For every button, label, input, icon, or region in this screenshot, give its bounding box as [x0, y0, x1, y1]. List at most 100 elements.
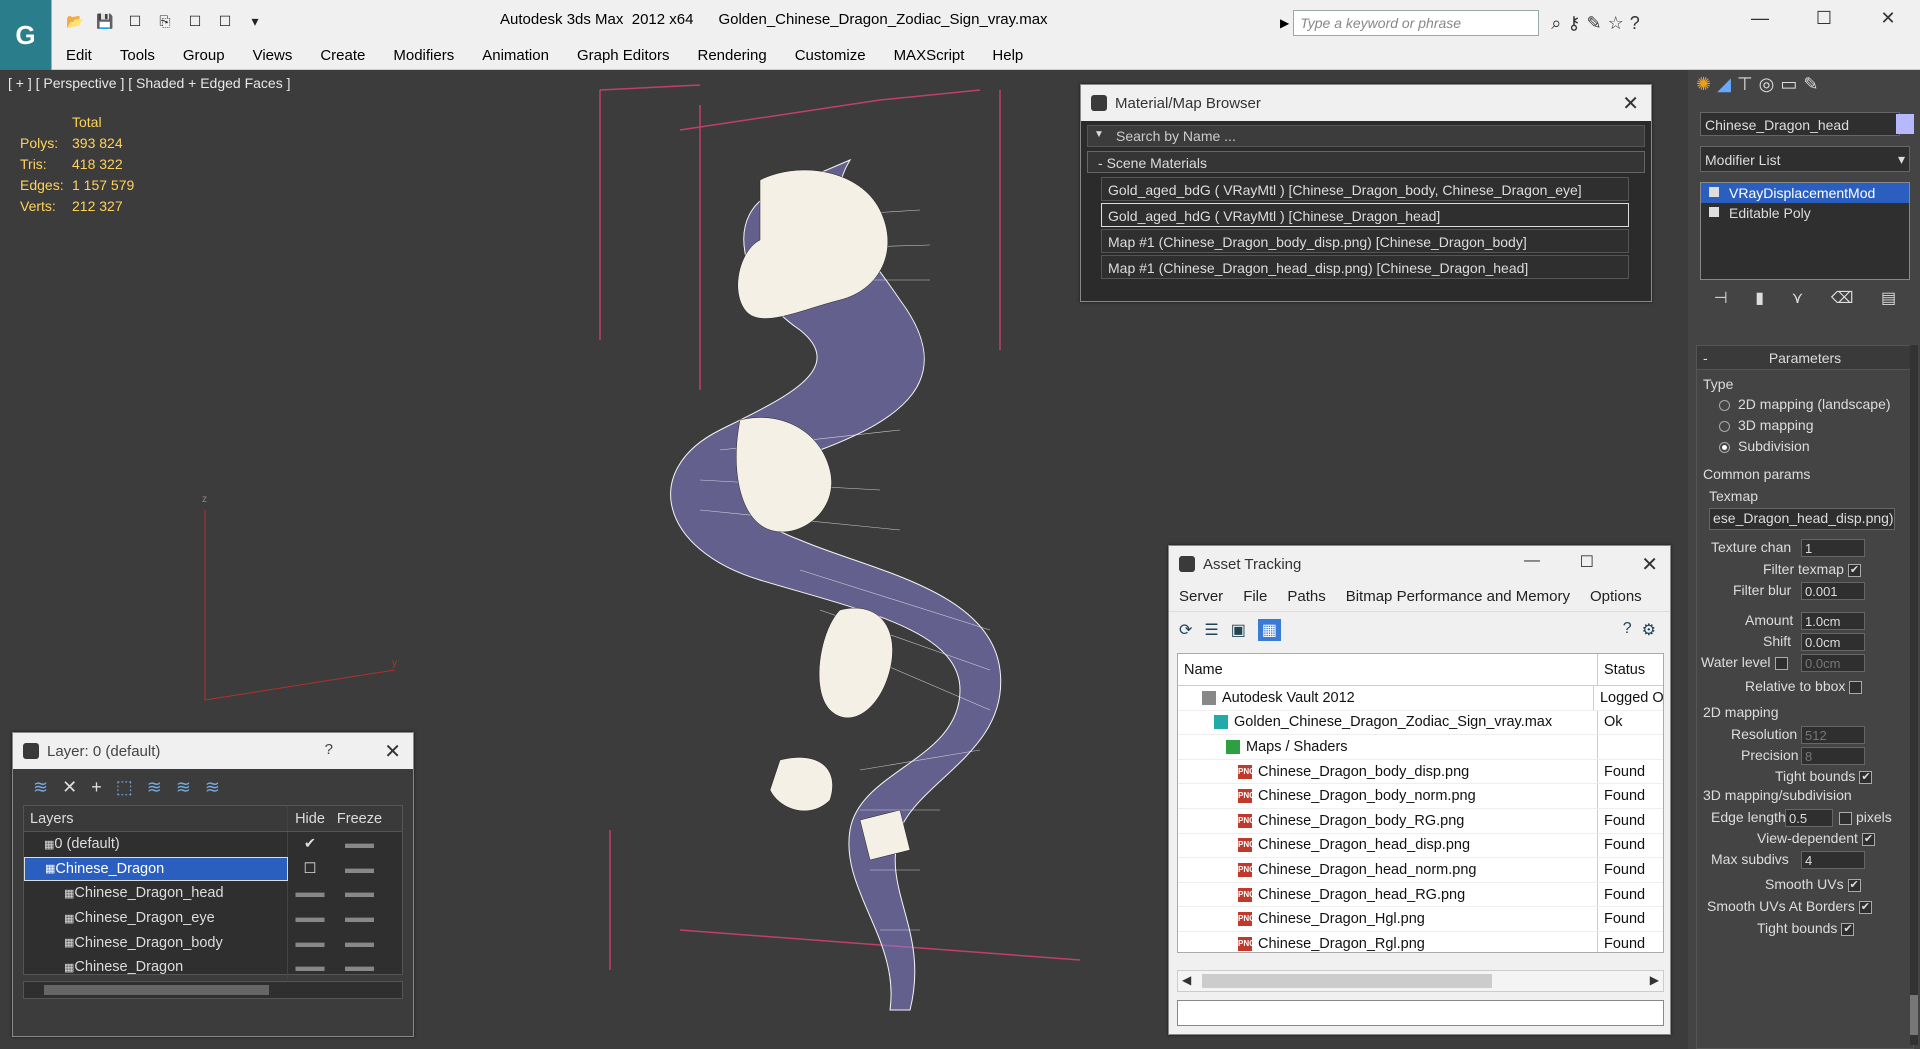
texmap-button[interactable]: ese_Dragon_head_disp.png)	[1709, 508, 1895, 530]
menu-help[interactable]: Help	[978, 47, 1037, 64]
asset-row[interactable]: PNG Chinese_Dragon_head_disp.png Found	[1178, 833, 1663, 859]
freeze-toggle[interactable]: ▬▬	[332, 885, 387, 901]
hide-toggle[interactable]: ▬▬	[288, 935, 332, 951]
layer-row[interactable]: ▦ Chinese_Dragon_body ▬▬ ▬▬	[24, 930, 402, 955]
delete-layer-icon[interactable]: ✕	[62, 777, 77, 798]
bulb-icon[interactable]	[1709, 187, 1719, 197]
thumbnail-icon[interactable]: ▣	[1231, 620, 1246, 640]
edge-length-spinner[interactable]: 0.5	[1785, 809, 1833, 827]
refresh-icon[interactable]: ⟳	[1179, 620, 1192, 640]
highlight-layer-icon[interactable]: ≋	[147, 777, 162, 798]
col-layers[interactable]: Layers	[24, 806, 288, 831]
modifier-list-dropdown[interactable]: Modifier List	[1700, 146, 1910, 172]
asset-row[interactable]: PNG Chinese_Dragon_head_norm.png Found	[1178, 858, 1663, 883]
layers-table[interactable]: Layers Hide Freeze ▦ 0 (default) ✔ ▬▬ ▦ Chi…	[23, 805, 403, 980]
menu-file[interactable]: File	[1243, 588, 1267, 605]
smooth-uvs-checkbox[interactable]: Smooth UVs ✔	[1765, 876, 1861, 892]
radio-2d-mapping[interactable]: 2D mapping (landscape)	[1719, 396, 1891, 412]
close-icon[interactable]: ✕	[1622, 91, 1639, 116]
freeze-toggle[interactable]: ▬▬	[332, 935, 387, 951]
asset-row[interactable]: PNG Chinese_Dragon_Rgl.png Found	[1178, 931, 1663, 952]
key-icon[interactable]: ⚷	[1567, 13, 1580, 34]
radio-subdivision[interactable]: Subdivision	[1719, 438, 1810, 454]
list-icon[interactable]: ☰	[1204, 620, 1218, 640]
maximize-icon[interactable]: ☐	[1792, 0, 1856, 36]
freeze-toggle[interactable]: ▬▬	[332, 959, 387, 975]
maximize-icon[interactable]: ☐	[1580, 552, 1594, 572]
filter-texmap-checkbox[interactable]: Filter texmap ✔	[1763, 561, 1861, 577]
dropdown-icon[interactable]: ▾	[242, 10, 268, 32]
close-icon[interactable]: ✕	[1641, 552, 1658, 577]
menu-create[interactable]: Create	[306, 47, 379, 64]
freeze-all-icon[interactable]: ≋	[205, 777, 220, 798]
smooth-uvs-borders-checkbox[interactable]: Smooth UVs At Borders ✔	[1707, 898, 1872, 914]
tight-bounds-3d-checkbox[interactable]: Tight bounds ✔	[1757, 920, 1855, 936]
menu-views[interactable]: Views	[239, 47, 307, 64]
layer-row[interactable]: ▦ Chinese_Dragon_head ▬▬ ▬▬	[24, 881, 402, 906]
max-subdivs-spinner[interactable]: 4	[1801, 851, 1865, 869]
modify-tab-icon[interactable]: ◢	[1717, 74, 1731, 102]
resolution-spinner[interactable]: 512	[1801, 726, 1865, 744]
star-icon[interactable]: ☆	[1608, 13, 1624, 34]
asset-table[interactable]: Name Status Autodesk Vault 2012 Logged O G…	[1177, 653, 1664, 953]
asset-row[interactable]: PNG Chinese_Dragon_Hgl.png Found	[1178, 907, 1663, 932]
menu-group[interactable]: Group	[169, 47, 239, 64]
open-icon[interactable]: 📂	[62, 10, 88, 32]
shift-spinner[interactable]: 0.0cm	[1801, 633, 1865, 651]
material-item[interactable]: Map #1 (Chinese_Dragon_body_disp.png) [C…	[1101, 229, 1629, 253]
pin-stack-icon[interactable]: ⊣	[1714, 288, 1728, 312]
make-unique-icon[interactable]: ⋎	[1792, 288, 1804, 312]
create-tab-icon[interactable]: ✺	[1696, 74, 1711, 102]
expand-icon[interactable]	[1709, 207, 1719, 217]
tools-icon[interactable]: ✎	[1587, 13, 1602, 34]
texture-chan-spinner[interactable]: 1	[1801, 539, 1865, 557]
motion-tab-icon[interactable]: ◎	[1759, 74, 1775, 102]
object-color-swatch[interactable]	[1896, 114, 1914, 134]
hide-toggle[interactable]: ▬▬	[288, 885, 332, 901]
col-name[interactable]: Name	[1178, 654, 1598, 685]
asset-row[interactable]: Golden_Chinese_Dragon_Zodiac_Sign_vray.m…	[1178, 710, 1663, 736]
asset-row[interactable]: PNG Chinese_Dragon_body_disp.png Found	[1178, 759, 1663, 785]
layer-row[interactable]: ▦ 0 (default) ✔ ▬▬	[24, 832, 402, 857]
menu-customize[interactable]: Customize	[781, 47, 880, 64]
binoculars-icon[interactable]: ⌕	[1551, 13, 1561, 34]
remove-modifier-icon[interactable]: ⌫	[1831, 288, 1854, 312]
menu-animation[interactable]: Animation	[468, 47, 563, 64]
table-view-icon[interactable]: ▦	[1257, 619, 1281, 641]
undo-icon[interactable]: ☐	[182, 10, 208, 32]
asset-row[interactable]: PNG Chinese_Dragon_body_norm.png Found	[1178, 784, 1663, 809]
new-icon[interactable]: ☐	[122, 10, 148, 32]
stack-item-editable-poly[interactable]: Editable Poly	[1701, 203, 1909, 223]
material-item[interactable]: Gold_aged_hdG ( VRayMtl ) [Chinese_Drago…	[1101, 203, 1629, 227]
menu-bitmap[interactable]: Bitmap Performance and Memory	[1346, 588, 1570, 605]
create-layer-icon[interactable]: ≋	[33, 777, 48, 798]
hide-toggle[interactable]: ✔	[288, 836, 332, 852]
menu-modifiers[interactable]: Modifiers	[379, 47, 468, 64]
add-selected-icon[interactable]: +	[91, 777, 102, 798]
material-search-input[interactable]: Search by Name ...	[1087, 125, 1645, 147]
menu-tools[interactable]: Tools	[106, 47, 169, 64]
col-status[interactable]: Status	[1598, 662, 1645, 678]
radio-3d-mapping[interactable]: 3D mapping	[1719, 417, 1814, 433]
freeze-toggle[interactable]: ▬▬	[332, 861, 387, 877]
menu-server[interactable]: Server	[1179, 588, 1223, 605]
hold-icon[interactable]: ⎘	[152, 10, 178, 32]
asset-row[interactable]: Maps / Shaders	[1178, 735, 1663, 760]
scroll-thumb[interactable]	[44, 985, 269, 995]
stack-item-vraydisplacement[interactable]: VRayDisplacementMod	[1701, 183, 1909, 203]
hide-toggle[interactable]: ▬▬	[288, 959, 332, 975]
horizontal-scrollbar[interactable]: ◀ ▶	[1177, 970, 1664, 992]
water-level-spinner[interactable]: 0.0cm	[1801, 654, 1865, 672]
viewport-label[interactable]: [ + ] [ Perspective ] [ Shaded + Edged F…	[8, 75, 291, 91]
tight-bounds-checkbox[interactable]: Tight bounds ✔	[1775, 768, 1873, 784]
keyword-search-input[interactable]: Type a keyword or phrase	[1293, 10, 1540, 36]
menu-rendering[interactable]: Rendering	[683, 47, 780, 64]
help-icon[interactable]: ?	[1630, 13, 1640, 34]
hide-toggle[interactable]: ▬▬	[288, 910, 332, 926]
asset-row[interactable]: PNG Chinese_Dragon_body_RG.png Found	[1178, 808, 1663, 834]
modifier-stack[interactable]: VRayDisplacementMod Editable Poly	[1700, 182, 1910, 280]
context-help-icon[interactable]: ⚙	[1642, 620, 1656, 640]
close-icon[interactable]: ✕	[1856, 0, 1920, 36]
amount-spinner[interactable]: 1.0cm	[1801, 612, 1865, 630]
menu-paths[interactable]: Paths	[1287, 588, 1325, 605]
